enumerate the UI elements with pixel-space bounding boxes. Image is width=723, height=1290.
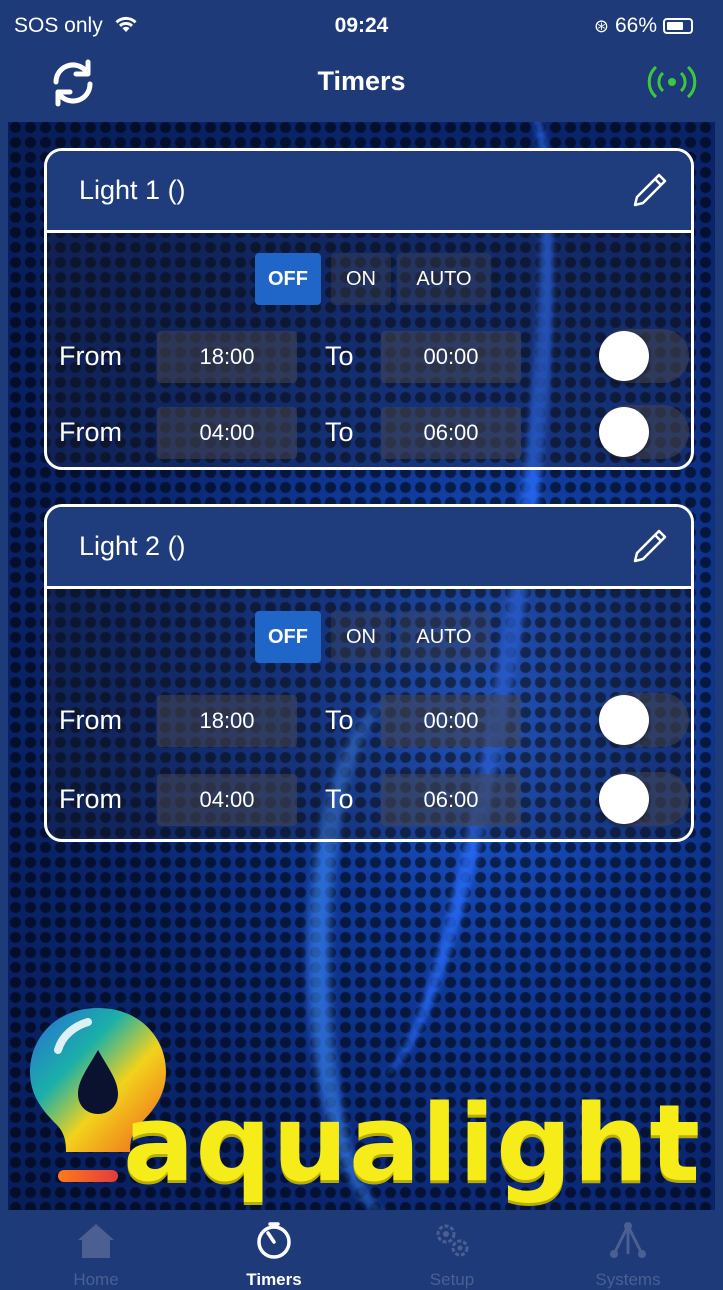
- toggle-knob: [599, 331, 649, 381]
- top-bar: SOS only 09:24 ⊛ 66% Timers: [8, 0, 715, 122]
- gears-icon: [436, 1224, 469, 1257]
- toggle-knob: [599, 407, 649, 457]
- timer-row: From 04:00 To 06:00: [47, 405, 691, 459]
- card-title: Light 2 (): [79, 531, 186, 561]
- tab-label: Timers: [246, 1270, 302, 1289]
- tab-timers[interactable]: Timers: [186, 1210, 362, 1290]
- logo-underline: [58, 1170, 118, 1182]
- tab-setup[interactable]: Setup: [364, 1210, 540, 1290]
- to-label: To: [325, 417, 354, 447]
- enable-toggle[interactable]: [599, 693, 689, 747]
- timer-card-light-1: Light 1 () OFF ON AUTO From 18:00 To 00:…: [44, 148, 694, 470]
- card-header: Light 1 (): [47, 151, 691, 233]
- battery-icon: [663, 18, 693, 34]
- enable-toggle[interactable]: [599, 405, 689, 459]
- tab-label: Home: [73, 1270, 119, 1289]
- mode-auto-button[interactable]: AUTO: [397, 253, 491, 305]
- from-label: From: [59, 341, 122, 371]
- timer-icon: [257, 1222, 291, 1259]
- to-time-field[interactable]: 00:00: [381, 695, 521, 747]
- timer-card-light-2: Light 2 () OFF ON AUTO From 18:00 To 00:…: [44, 504, 694, 842]
- rotation-lock-icon: ⊛: [593, 15, 609, 36]
- signal-icon[interactable]: [647, 64, 697, 100]
- to-time-field[interactable]: 00:00: [381, 331, 521, 383]
- tab-home[interactable]: Home: [8, 1210, 184, 1290]
- mode-off-button[interactable]: OFF: [255, 611, 321, 663]
- battery-percent: 66%: [614, 14, 657, 37]
- from-time-field[interactable]: 04:00: [157, 407, 297, 459]
- tab-label: Setup: [429, 1270, 475, 1289]
- from-time-field[interactable]: 18:00: [157, 695, 297, 747]
- to-label: To: [325, 784, 354, 814]
- mode-selector: OFF ON AUTO: [47, 253, 691, 307]
- from-label: From: [59, 784, 122, 814]
- bottom-tab-bar: Home Timers Setup Systems: [8, 1210, 715, 1290]
- card-header: Light 2 (): [47, 507, 691, 589]
- from-label: From: [59, 705, 122, 735]
- page-title: Timers: [317, 66, 406, 96]
- network-icon: [610, 1222, 646, 1258]
- timer-row: From 18:00 To 00:00: [47, 693, 691, 747]
- timer-row: From 18:00 To 00:00: [47, 329, 691, 383]
- edit-pencil-icon[interactable]: [627, 169, 671, 213]
- tab-systems[interactable]: Systems: [540, 1210, 715, 1290]
- to-time-field[interactable]: 06:00: [381, 407, 521, 459]
- mode-on-button[interactable]: ON: [331, 253, 391, 305]
- timer-row: From 04:00 To 06:00: [47, 772, 691, 826]
- mode-selector: OFF ON AUTO: [47, 611, 691, 665]
- toggle-knob: [599, 695, 649, 745]
- to-label: To: [325, 705, 354, 735]
- mode-on-button[interactable]: ON: [331, 611, 391, 663]
- enable-toggle[interactable]: [599, 772, 689, 826]
- home-icon: [78, 1224, 114, 1258]
- card-title: Light 1 (): [79, 175, 186, 205]
- from-time-field[interactable]: 18:00: [157, 331, 297, 383]
- to-time-field[interactable]: 06:00: [381, 774, 521, 826]
- to-label: To: [325, 341, 354, 371]
- app-screen: SOS only 09:24 ⊛ 66% Timers Light 1 () O…: [8, 0, 715, 1290]
- from-time-field[interactable]: 04:00: [157, 774, 297, 826]
- toggle-knob: [599, 774, 649, 824]
- mode-auto-button[interactable]: AUTO: [397, 611, 491, 663]
- brand-logo-text: aqualight: [123, 1082, 702, 1205]
- mode-off-button[interactable]: OFF: [255, 253, 321, 305]
- tab-label: Systems: [595, 1270, 661, 1289]
- status-battery: ⊛ 66%: [594, 14, 693, 38]
- from-label: From: [59, 417, 122, 447]
- edit-pencil-icon[interactable]: [627, 525, 671, 569]
- enable-toggle[interactable]: [599, 329, 689, 383]
